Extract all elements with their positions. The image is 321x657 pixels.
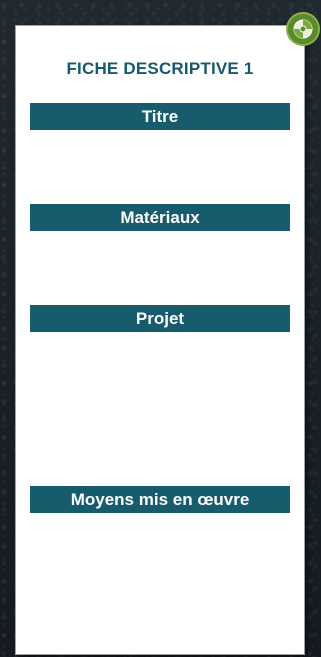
section-header-titre: Titre xyxy=(30,103,290,130)
sheet-title: FICHE DESCRIPTIVE 1 xyxy=(66,59,254,78)
disc-badge[interactable] xyxy=(286,12,320,46)
section-header-materiaux: Matériaux xyxy=(30,204,290,231)
section-header-moyens: Moyens mis en œuvre xyxy=(30,486,290,513)
section-header-projet: Projet xyxy=(30,305,290,332)
disc-icon xyxy=(293,19,313,39)
descriptive-sheet: FICHE DESCRIPTIVE 1 Titre Matériaux Proj… xyxy=(15,25,305,655)
